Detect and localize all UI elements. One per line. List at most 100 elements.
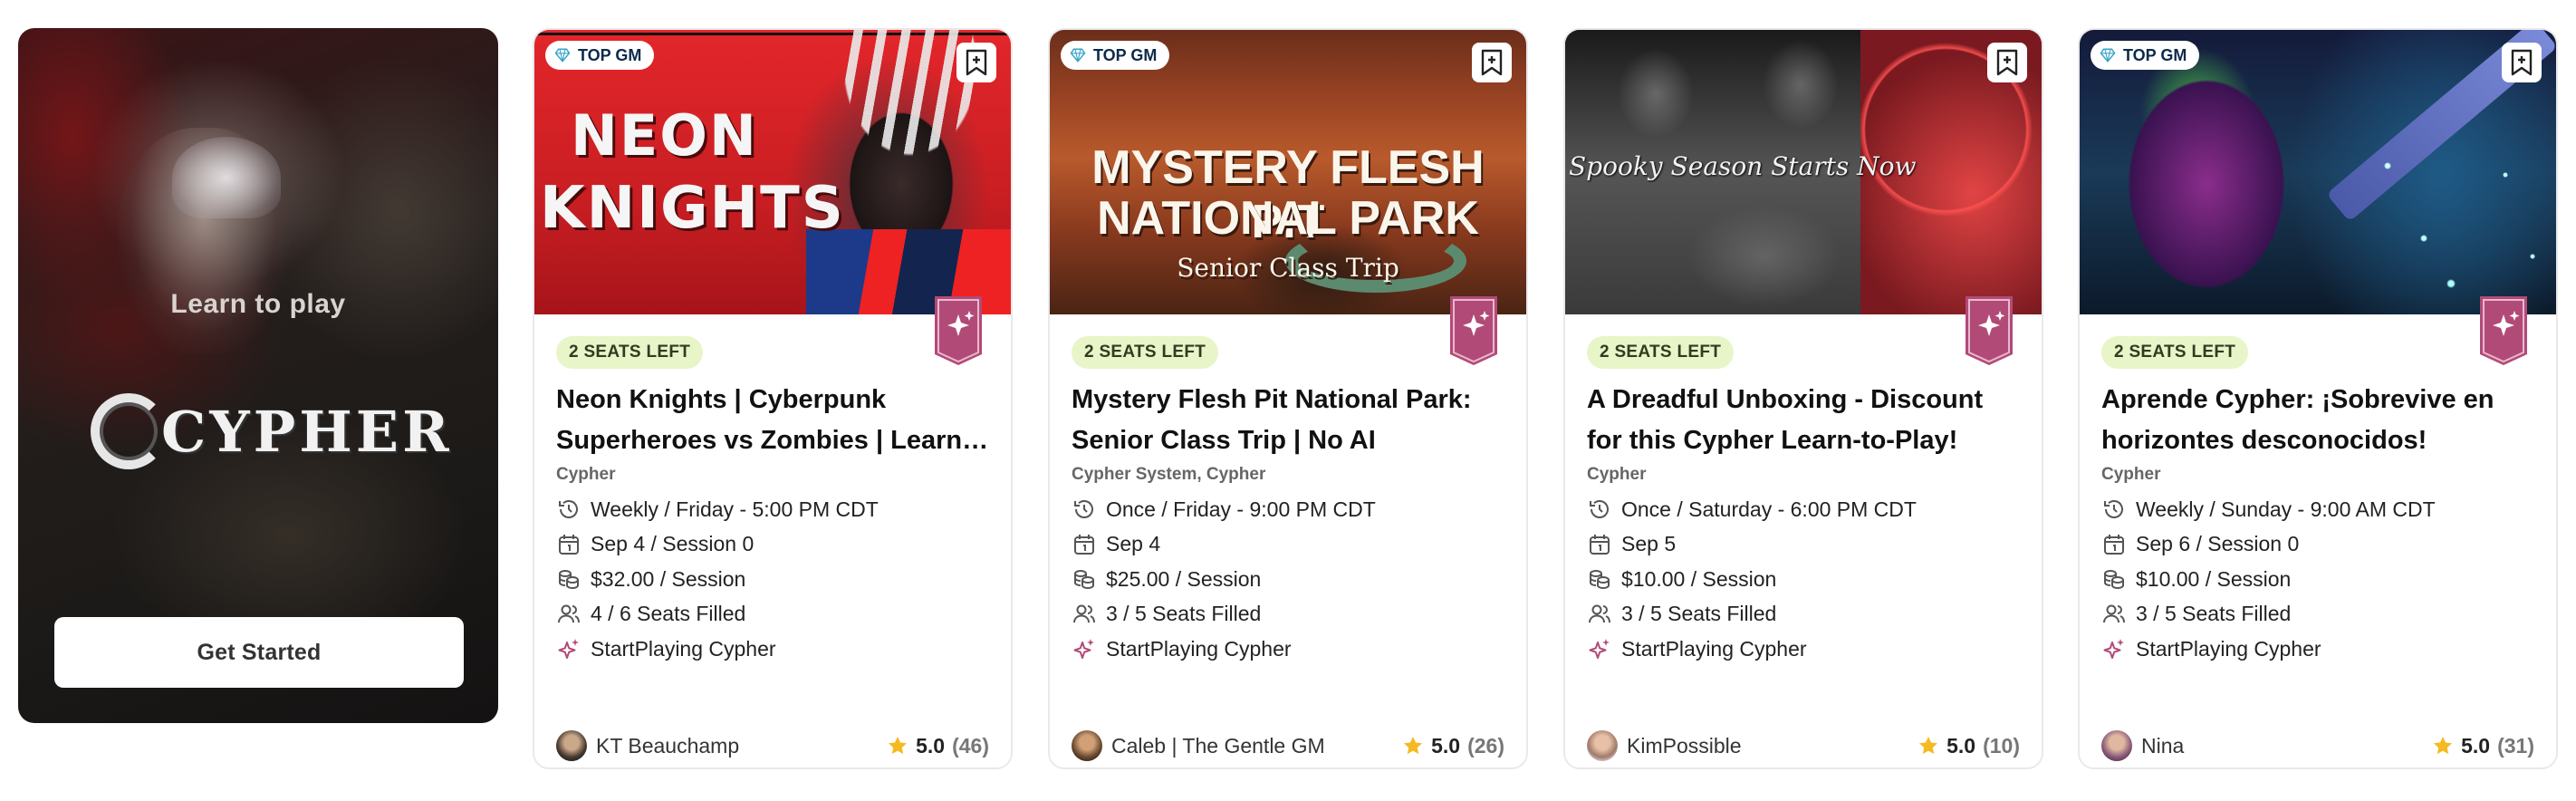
seats-filled-row: 3 / 5 Seats Filled bbox=[2101, 597, 2436, 632]
game-details: Once / Friday - 9:00 PM CDT Sep 4 $25.00… bbox=[1072, 492, 1376, 667]
game-card[interactable]: MYSTERY FLESH PIT NATIONAL PARK Senior C… bbox=[1048, 28, 1528, 769]
diamond-icon bbox=[1070, 48, 1086, 63]
star-icon bbox=[889, 737, 908, 755]
gm-rating: 5.0 (31) bbox=[2432, 734, 2534, 758]
card-footer: Nina 5.0 (31) bbox=[2101, 728, 2534, 764]
host-text: StartPlaying Cypher bbox=[591, 636, 776, 661]
avatar bbox=[556, 730, 587, 761]
game-system: Cypher bbox=[1587, 465, 1647, 484]
thumb-title-line2: KNIGHTS bbox=[540, 175, 845, 242]
thumb-tagline: Spooky Season Starts Now bbox=[1569, 151, 1917, 181]
top-gm-badge: TOP GM bbox=[1061, 41, 1170, 70]
seats-filled-text: 3 / 5 Seats Filled bbox=[2136, 602, 2292, 626]
coins-icon bbox=[556, 566, 582, 592]
sparkle-ribbon-icon bbox=[935, 296, 982, 365]
host-row: StartPlaying Cypher bbox=[2101, 632, 2436, 667]
sparkle-icon bbox=[1587, 636, 1612, 661]
bookmark-button[interactable] bbox=[2502, 43, 2542, 82]
date-text: Sep 5 bbox=[1621, 532, 1677, 556]
sparkle-icon bbox=[1072, 636, 1097, 661]
top-gm-label: TOP GM bbox=[578, 45, 642, 64]
bookmark-button[interactable] bbox=[1987, 43, 2027, 82]
gm-rating: 5.0 (10) bbox=[1918, 734, 2020, 758]
rating-count: (46) bbox=[952, 733, 989, 758]
bookmark-button[interactable] bbox=[1472, 43, 1512, 82]
game-card[interactable]: Spooky Season Starts Now 2 SEATS LEFT A … bbox=[1563, 28, 2043, 769]
avatar bbox=[1587, 730, 1618, 761]
users-icon bbox=[1072, 602, 1097, 627]
game-title[interactable]: Aprende Cypher: ¡Sobrevive en horizontes… bbox=[2101, 380, 2536, 461]
game-title[interactable]: Neon Knights | Cyberpunk Superheroes vs … bbox=[556, 380, 991, 461]
sparkle-ribbon-icon bbox=[1450, 296, 1497, 365]
gm-profile[interactable]: Caleb | The Gentle GM bbox=[1072, 730, 1325, 761]
star-icon bbox=[1404, 737, 1423, 755]
host-text: StartPlaying Cypher bbox=[1106, 636, 1292, 661]
card-footer: KimPossible 5.0 (10) bbox=[1587, 728, 2020, 764]
card-footer: KT Beauchamp 5.0 (46) bbox=[556, 728, 989, 764]
seats-left-badge: 2 SEATS LEFT bbox=[2101, 336, 2249, 369]
game-card[interactable]: NEON KNIGHTS TOP GM 2 SEATS LEFT Neon Kn… bbox=[533, 28, 1013, 769]
thumb-title-line1: NEON bbox=[571, 102, 758, 169]
gm-profile[interactable]: Nina bbox=[2101, 730, 2184, 761]
schedule-text: Once / Saturday - 6:00 PM CDT bbox=[1621, 497, 1917, 521]
calendar-icon bbox=[2101, 532, 2127, 557]
price-row: $10.00 / Session bbox=[2101, 562, 2436, 597]
gm-name: Caleb | The Gentle GM bbox=[1111, 733, 1325, 758]
schedule-text: Once / Friday - 9:00 PM CDT bbox=[1106, 497, 1376, 521]
price-text: $10.00 / Session bbox=[1621, 566, 1777, 591]
host-row: StartPlaying Cypher bbox=[1587, 632, 1917, 667]
star-icon bbox=[1919, 737, 1938, 755]
bookmark-button[interactable] bbox=[956, 43, 996, 82]
rating-score: 5.0 bbox=[916, 733, 946, 758]
game-system: Cypher System, Cypher bbox=[1072, 465, 1266, 484]
rating-count: (10) bbox=[1983, 733, 2020, 758]
diamond-icon bbox=[2100, 48, 2116, 63]
date-text: Sep 4 bbox=[1106, 532, 1161, 556]
get-started-button[interactable]: Get Started bbox=[54, 617, 464, 688]
game-title[interactable]: Mystery Flesh Pit National Park: Senior … bbox=[1072, 380, 1506, 461]
price-text: $10.00 / Session bbox=[2136, 566, 2292, 591]
date-row: Sep 4 bbox=[1072, 527, 1376, 563]
seats-left-badge: 2 SEATS LEFT bbox=[556, 336, 704, 369]
promo-card: Learn to play CYPHER Get Started bbox=[18, 28, 498, 723]
gm-rating: 5.0 (26) bbox=[1402, 734, 1504, 758]
price-text: $25.00 / Session bbox=[1106, 566, 1262, 591]
users-icon bbox=[1587, 602, 1612, 627]
game-details: Once / Saturday - 6:00 PM CDT Sep 5 $10.… bbox=[1587, 492, 1917, 667]
game-thumbnail[interactable]: NEON KNIGHTS TOP GM bbox=[534, 30, 1011, 314]
clock-history-icon bbox=[2101, 497, 2127, 522]
schedule-text: Weekly / Friday - 5:00 PM CDT bbox=[591, 497, 879, 521]
bookmark-icon bbox=[1481, 49, 1503, 76]
users-icon bbox=[2101, 602, 2127, 627]
price-row: $10.00 / Session bbox=[1587, 562, 1917, 597]
host-row: StartPlaying Cypher bbox=[1072, 632, 1376, 667]
game-card[interactable]: TOP GM 2 SEATS LEFT Aprende Cypher: ¡Sob… bbox=[2078, 28, 2558, 769]
game-thumbnail[interactable]: MYSTERY FLESH PIT NATIONAL PARK Senior C… bbox=[1050, 30, 1526, 314]
game-thumbnail[interactable]: Spooky Season Starts Now bbox=[1565, 30, 2042, 314]
sparkle-icon bbox=[556, 636, 582, 661]
game-title[interactable]: A Dreadful Unboxing - Discount for this … bbox=[1587, 380, 2022, 461]
game-system: Cypher bbox=[2101, 465, 2161, 484]
gm-rating: 5.0 (46) bbox=[887, 734, 989, 758]
date-row: Sep 6 / Session 0 bbox=[2101, 527, 2436, 563]
host-row: StartPlaying Cypher bbox=[556, 632, 879, 667]
seats-filled-text: 4 / 6 Seats Filled bbox=[591, 602, 746, 626]
game-system: Cypher bbox=[556, 465, 616, 484]
sparkle-icon bbox=[2101, 636, 2127, 661]
rating-count: (31) bbox=[2497, 733, 2534, 758]
gm-profile[interactable]: KimPossible bbox=[1587, 730, 1742, 761]
top-gm-badge: TOP GM bbox=[545, 41, 655, 70]
clock-history-icon bbox=[556, 497, 582, 522]
rating-score: 5.0 bbox=[1431, 733, 1461, 758]
coins-icon bbox=[1072, 566, 1097, 592]
rating-score: 5.0 bbox=[2461, 733, 2491, 758]
game-thumbnail[interactable]: TOP GM bbox=[2080, 30, 2556, 314]
date-row: Sep 4 / Session 0 bbox=[556, 527, 879, 563]
coins-icon bbox=[1587, 566, 1612, 592]
gm-profile[interactable]: KT Beauchamp bbox=[556, 730, 739, 761]
avatar bbox=[1072, 730, 1102, 761]
gm-name: Nina bbox=[2141, 733, 2185, 758]
calendar-icon bbox=[556, 532, 582, 557]
rating-count: (26) bbox=[1467, 733, 1504, 758]
clock-history-icon bbox=[1072, 497, 1097, 522]
